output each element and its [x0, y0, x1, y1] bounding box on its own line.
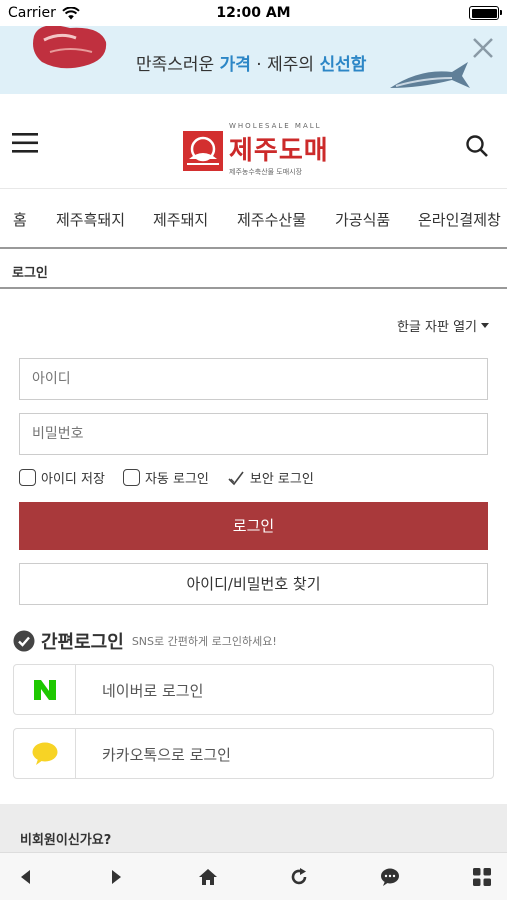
easy-login-title: 간편로그인	[41, 632, 124, 653]
refresh-icon[interactable]	[289, 867, 309, 887]
guest-title: 비회원이신가요?	[20, 833, 112, 848]
banner-text: 만족스러운 가격 · 제주의 신선함	[136, 50, 366, 75]
close-icon[interactable]	[471, 36, 495, 60]
home-icon[interactable]	[198, 867, 218, 887]
auto-login-checkbox[interactable]: 자동 로그인	[122, 468, 209, 487]
page-title: 로그인	[12, 266, 48, 281]
nav-item-seafood[interactable]: 제주수산물	[237, 209, 306, 230]
id-input[interactable]	[19, 358, 488, 400]
clock: 12:00 AM	[216, 5, 291, 21]
forward-icon[interactable]	[106, 867, 126, 887]
naver-icon	[33, 679, 56, 700]
guest-section: 비회원이신가요?	[0, 804, 507, 854]
search-icon[interactable]	[465, 134, 489, 158]
fish-image	[390, 62, 470, 88]
secure-login-label: 보안 로그인	[249, 472, 314, 487]
checkbox-icon	[122, 469, 140, 486]
nav-item-home[interactable]: 홈	[13, 209, 27, 230]
kakao-talk-icon	[32, 742, 57, 765]
auto-login-label: 자동 로그인	[144, 472, 209, 487]
category-nav: 홈 제주흑돼지 제주돼지 제주수산물 가공식품 온라인결제창	[0, 189, 507, 249]
checkmark-icon	[228, 471, 244, 485]
nav-item-black-pork[interactable]: 제주흑돼지	[56, 209, 125, 230]
easy-login-heading: 간편로그인 SNS로 간편하게 로그인하세요!	[13, 628, 277, 654]
chat-icon[interactable]	[380, 867, 400, 887]
nav-item-processed-food[interactable]: 가공식품	[335, 209, 390, 230]
check-circle-icon	[13, 630, 35, 652]
naver-login-button[interactable]: 네이버로 로그인	[13, 664, 494, 715]
logo-subtitle-ko: 제주농수축산물 도매시장	[229, 168, 303, 176]
back-icon[interactable]	[16, 867, 36, 887]
banner-text-1: 만족스러운	[136, 55, 220, 75]
promo-banner[interactable]: 만족스러운 가격 · 제주의 신선함	[0, 26, 507, 94]
logo-name: 제주도매	[229, 136, 329, 166]
naver-login-label: 네이버로 로그인	[102, 682, 204, 700]
easy-login-desc: SNS로 간편하게 로그인하세요!	[131, 635, 277, 648]
caret-down-icon	[481, 323, 489, 328]
save-id-label: 아이디 저장	[41, 472, 105, 487]
logo-mark-icon	[183, 130, 223, 171]
banner-highlight-fresh: 신선함	[319, 55, 367, 75]
breadcrumb: 로그인	[0, 251, 507, 289]
meat-image	[33, 26, 107, 69]
korean-keyboard-toggle[interactable]: 한글 자판 열기	[397, 316, 489, 335]
find-id-password-button[interactable]: 아이디/비밀번호 찾기	[19, 563, 488, 605]
save-id-checkbox[interactable]: 아이디 저장	[19, 468, 105, 487]
status-bar: Carrier 12:00 AM	[0, 0, 507, 26]
password-input[interactable]	[19, 413, 488, 455]
site-logo[interactable]: WHOLESALE MALL 제주도매 제주농수축산물 도매시장	[183, 122, 329, 177]
kakao-login-label: 카카오톡으로 로그인	[102, 746, 231, 764]
nav-item-pork[interactable]: 제주돼지	[153, 209, 208, 230]
banner-text-2: · 제주의	[250, 55, 320, 75]
keyboard-toggle-label: 한글 자판 열기	[396, 320, 477, 335]
hamburger-menu-icon[interactable]	[12, 132, 40, 154]
kakao-login-button[interactable]: 카카오톡으로 로그인	[13, 728, 494, 779]
browser-toolbar	[0, 852, 507, 900]
logo-subtitle-en: WHOLESALE MALL	[229, 122, 322, 130]
login-button[interactable]: 로그인	[19, 502, 488, 550]
site-header: WHOLESALE MALL 제주도매 제주농수축산물 도매시장	[0, 94, 507, 189]
battery-icon	[469, 6, 502, 20]
nav-item-online-payment[interactable]: 온라인결제창	[418, 209, 501, 230]
login-options: 아이디 저장 자동 로그인 보안 로그인	[19, 468, 332, 487]
secure-login-toggle[interactable]: 보안 로그인	[227, 468, 314, 487]
checkbox-icon	[19, 469, 36, 486]
grid-menu-icon[interactable]	[472, 867, 492, 887]
banner-highlight-price: 가격	[219, 55, 251, 75]
